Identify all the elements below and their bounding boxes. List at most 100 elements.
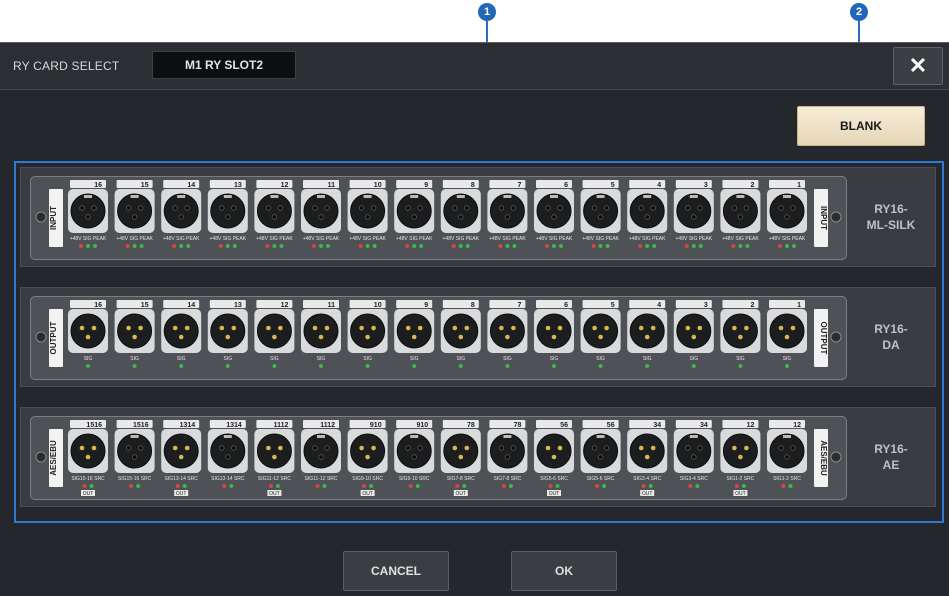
status-led [731, 244, 736, 248]
xlr-socket [318, 454, 324, 460]
xlr-socket [231, 445, 237, 451]
status-led [82, 484, 87, 488]
status-led [372, 244, 377, 248]
xlr-pin [598, 334, 603, 340]
status-led [182, 484, 187, 488]
card-option-ae[interactable]: AES/EBU AES/EBU 1516 SIG15-16 SRC OUT 1516 SIG… [20, 407, 936, 507]
xlr-socket [510, 205, 517, 211]
xlr-connector-icon [163, 433, 199, 469]
latch [643, 195, 652, 198]
xlr-pin [417, 325, 423, 331]
port-number: 56 [607, 422, 615, 429]
status-led [229, 484, 234, 488]
card-option-da[interactable]: OUTPUT OUTPUT 16 SIG 15 SIG 14 SIG 13 SIG 12 SIG 11 S… [20, 287, 936, 387]
latch [317, 195, 325, 198]
status-led [419, 244, 424, 248]
status-led [458, 364, 463, 368]
port-number: 1314 [180, 422, 196, 429]
xlr-pin [172, 445, 178, 451]
status-led [326, 244, 330, 248]
close-button[interactable]: ✕ [893, 47, 943, 85]
xlr-socket [131, 214, 138, 220]
status-led [412, 244, 417, 248]
status-led [225, 244, 230, 248]
indicator-label: +48V SIG PEAK [210, 236, 247, 242]
card-panel-graphic: OUTPUT OUTPUT16SIG15SIG14SIG13SIG12SIG11S… [35, 300, 842, 368]
status-led [279, 244, 284, 248]
xlr-pin [545, 325, 551, 331]
latch [130, 195, 139, 198]
latch [503, 435, 512, 438]
xlr-socket [172, 205, 178, 211]
xlr-pin [184, 325, 190, 331]
xlr-connector-icon [536, 433, 572, 469]
port-number: 9 [424, 302, 428, 309]
xlr-socket [324, 205, 330, 211]
xlr-socket [79, 205, 85, 211]
screw-icon [830, 211, 842, 223]
xlr-pin [545, 445, 551, 451]
port-number: 15 [141, 302, 149, 309]
indicator-label: +48V SIG PEAK [256, 236, 293, 242]
xlr-connector-icon [396, 433, 432, 469]
xlr-socket [638, 205, 644, 211]
status-led [369, 484, 374, 488]
indicator-label: SIG3-4 SRC [680, 476, 708, 482]
card-name-label: RY16- ML-SILK [866, 202, 916, 232]
port-number: 5 [611, 302, 615, 309]
indicator-label: SIG1-2 SRC [727, 476, 755, 482]
status-led [785, 244, 789, 248]
xlr-socket [784, 454, 790, 460]
status-led [652, 244, 657, 248]
xlr-pin [499, 325, 504, 331]
port-number: 11 [328, 302, 336, 309]
xlr-pin [172, 325, 178, 331]
xlr-connector-icon [769, 433, 805, 469]
xlr-socket [312, 445, 318, 451]
xlr-pin [371, 325, 376, 331]
xlr-connector-icon [489, 193, 525, 229]
latch [84, 195, 92, 198]
status-led [598, 364, 603, 368]
blank-button[interactable]: BLANK [797, 106, 925, 146]
port-number: 15 [141, 182, 149, 189]
xlr-connector-icon [256, 313, 292, 349]
status-led [365, 244, 370, 248]
indicator-label: SIG3-4 SRC [633, 476, 661, 482]
xlr-pin [638, 325, 644, 331]
xlr-pin [312, 325, 318, 331]
xlr-socket [85, 214, 91, 220]
indicator-label: SIG11-12 SRC [305, 476, 338, 482]
xlr-pin [85, 334, 91, 340]
xlr-pin [278, 325, 283, 331]
ok-button[interactable]: OK [511, 551, 617, 591]
status-led [175, 484, 180, 488]
card-option-ml-silk[interactable]: INPUT INPUT 16 +48V SIG PEAK 15 +48V SIG PEAK… [20, 167, 936, 267]
status-led [645, 364, 650, 368]
cancel-button[interactable]: CANCEL [343, 551, 449, 591]
status-led [451, 244, 456, 248]
indicator-label: SIG [596, 356, 605, 362]
status-led [505, 244, 510, 248]
port-number: 16 [94, 182, 102, 189]
card-panel-graphic: INPUT INPUT16+48V SIG PEAK15+48V SIG PEAK… [35, 180, 842, 248]
port-number: 34 [653, 422, 661, 429]
status-led [498, 244, 503, 248]
status-led [315, 484, 320, 488]
status-led [272, 364, 277, 368]
xlr-pin [458, 334, 464, 340]
indicator-label: SIG15-16 SRC [71, 476, 105, 482]
indicator-label: +48V SIG PEAK [443, 236, 480, 242]
port-number: 3 [704, 302, 708, 309]
xlr-socket [591, 205, 598, 211]
indicator-label: SIG11-12 SRC [258, 476, 291, 482]
xlr-pin [784, 334, 790, 340]
xlr-pin [79, 445, 85, 451]
slot-indicator: M1 RY SLOT2 [152, 51, 296, 79]
xlr-socket [178, 214, 184, 220]
status-led [605, 244, 610, 248]
xlr-connector-icon [676, 433, 712, 469]
xlr-pin [744, 445, 749, 451]
xlr-socket [137, 445, 144, 451]
xlr-pin [365, 454, 370, 460]
